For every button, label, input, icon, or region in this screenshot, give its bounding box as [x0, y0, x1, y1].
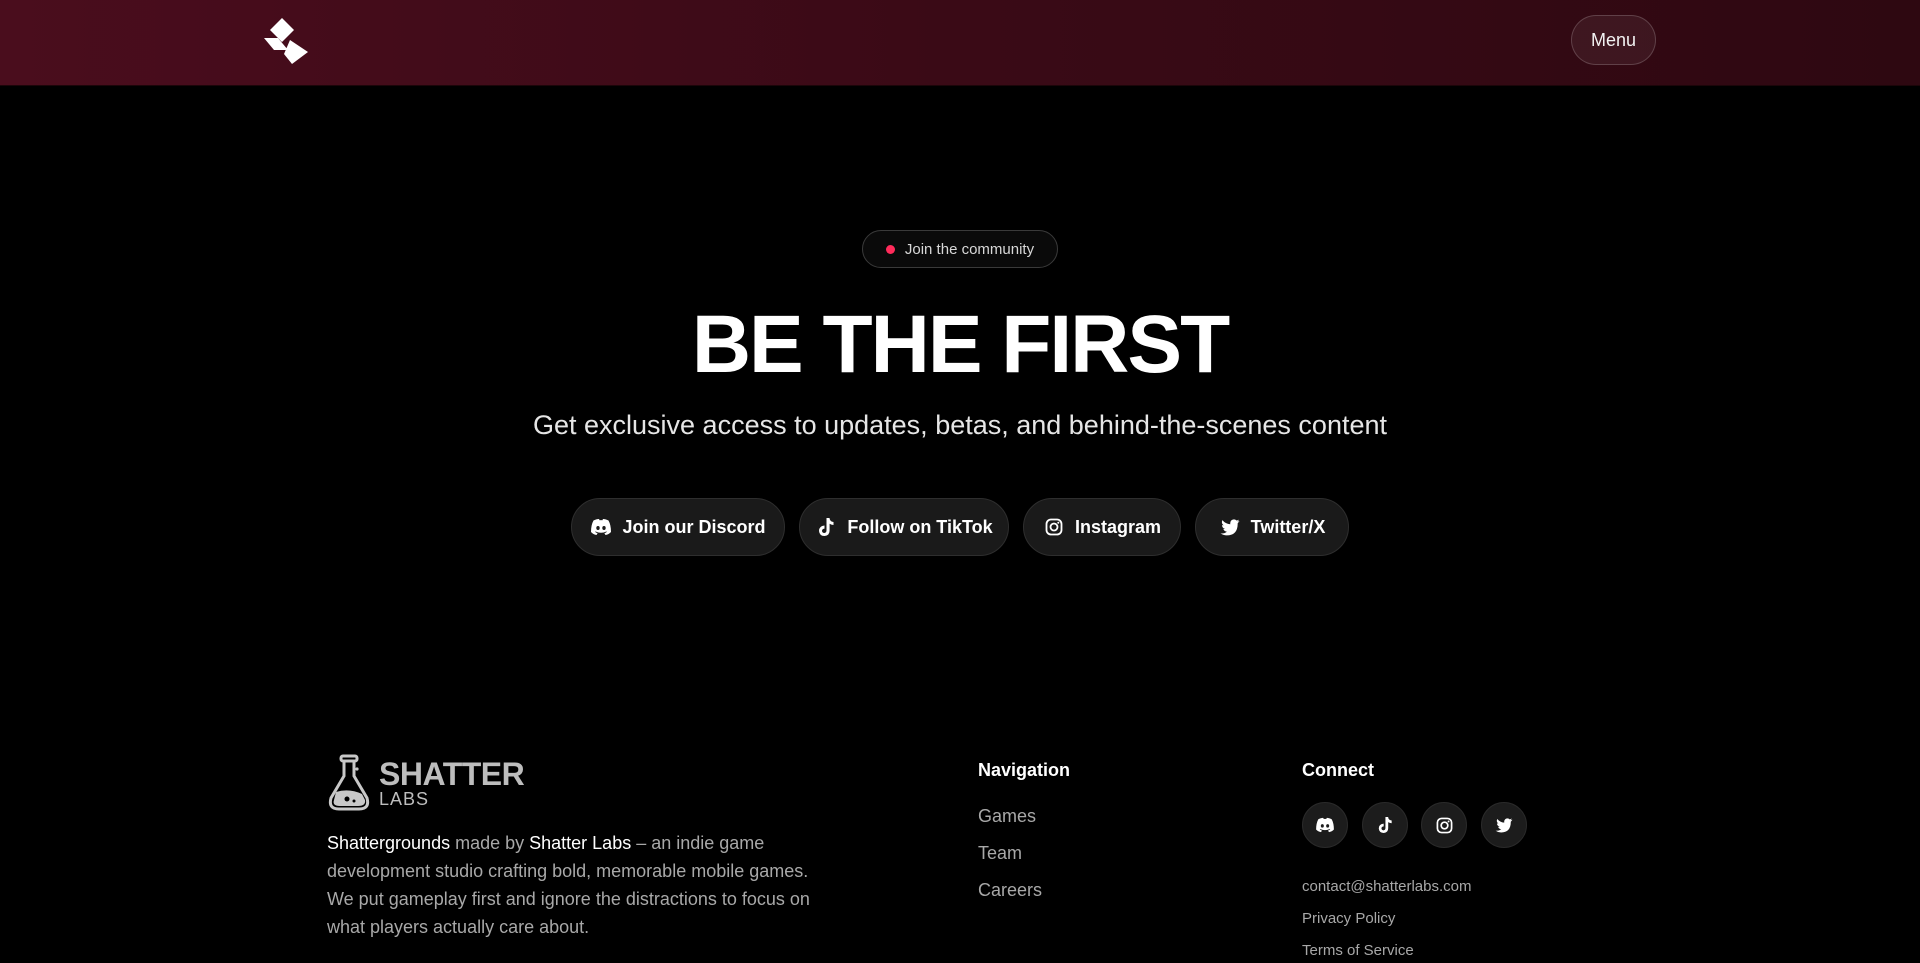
- studio-name: Shatter Labs: [529, 833, 632, 853]
- contact-email-link[interactable]: contact@shatterlabs.com: [1302, 878, 1471, 895]
- footer-discord-button[interactable]: [1302, 802, 1348, 848]
- nav-link-careers[interactable]: Careers: [978, 880, 1042, 901]
- instagram-icon: [1436, 817, 1452, 833]
- instagram-icon: [1043, 516, 1065, 538]
- site-header: Menu: [0, 0, 1920, 86]
- social-buttons: Join our Discord Follow on TikTok Instag…: [571, 498, 1349, 556]
- join-discord-button[interactable]: Join our Discord: [571, 498, 785, 556]
- footer-twitter-button[interactable]: [1481, 802, 1527, 848]
- discord-icon: [1316, 817, 1334, 833]
- twitter-icon: [1219, 516, 1241, 538]
- game-name: Shattergrounds: [327, 833, 451, 853]
- join-discord-label: Join our Discord: [622, 516, 766, 537]
- menu-button[interactable]: Menu: [1571, 15, 1656, 65]
- brand-wordmark: SHATTER: [379, 756, 525, 792]
- shatter-logo-icon[interactable]: [262, 16, 312, 66]
- shatter-labs-logo[interactable]: SHATTER LABS: [327, 754, 527, 814]
- hero-title: BE THE FIRST: [691, 299, 1230, 390]
- twitter-button[interactable]: Twitter/X: [1195, 498, 1349, 556]
- made-by-text: made by: [450, 833, 530, 853]
- footer-instagram-button[interactable]: [1421, 802, 1467, 848]
- join-community-badge: Join the community: [862, 230, 1058, 268]
- footer-tiktok-button[interactable]: [1362, 802, 1408, 848]
- connect-heading: Connect: [1302, 760, 1374, 780]
- flask-icon: [328, 754, 370, 811]
- status-dot-icon: [885, 244, 895, 254]
- follow-tiktok-button[interactable]: Follow on TikTok: [799, 498, 1009, 556]
- discord-icon: [590, 516, 612, 538]
- nav-link-games[interactable]: Games: [978, 806, 1036, 827]
- join-community-label: Join the community: [904, 240, 1035, 258]
- twitter-label: Twitter/X: [1250, 516, 1326, 537]
- instagram-button[interactable]: Instagram: [1023, 498, 1181, 556]
- twitter-icon: [1495, 817, 1513, 832]
- instagram-label: Instagram: [1074, 516, 1162, 537]
- navigation-heading: Navigation: [978, 760, 1071, 780]
- tiktok-icon: [1378, 817, 1392, 833]
- privacy-policy-link[interactable]: Privacy Policy: [1302, 910, 1395, 927]
- nav-link-team[interactable]: Team: [978, 843, 1022, 864]
- follow-tiktok-label: Follow on TikTok: [847, 516, 993, 537]
- tiktok-icon: [815, 516, 837, 538]
- terms-of-service-link[interactable]: Terms of Service: [1302, 942, 1414, 959]
- hero-subtitle: Get exclusive access to updates, betas, …: [532, 410, 1388, 440]
- brand-subtitle: LABS: [379, 789, 430, 809]
- about-text: Shattergrounds made by Shatter Labs – an…: [327, 829, 837, 941]
